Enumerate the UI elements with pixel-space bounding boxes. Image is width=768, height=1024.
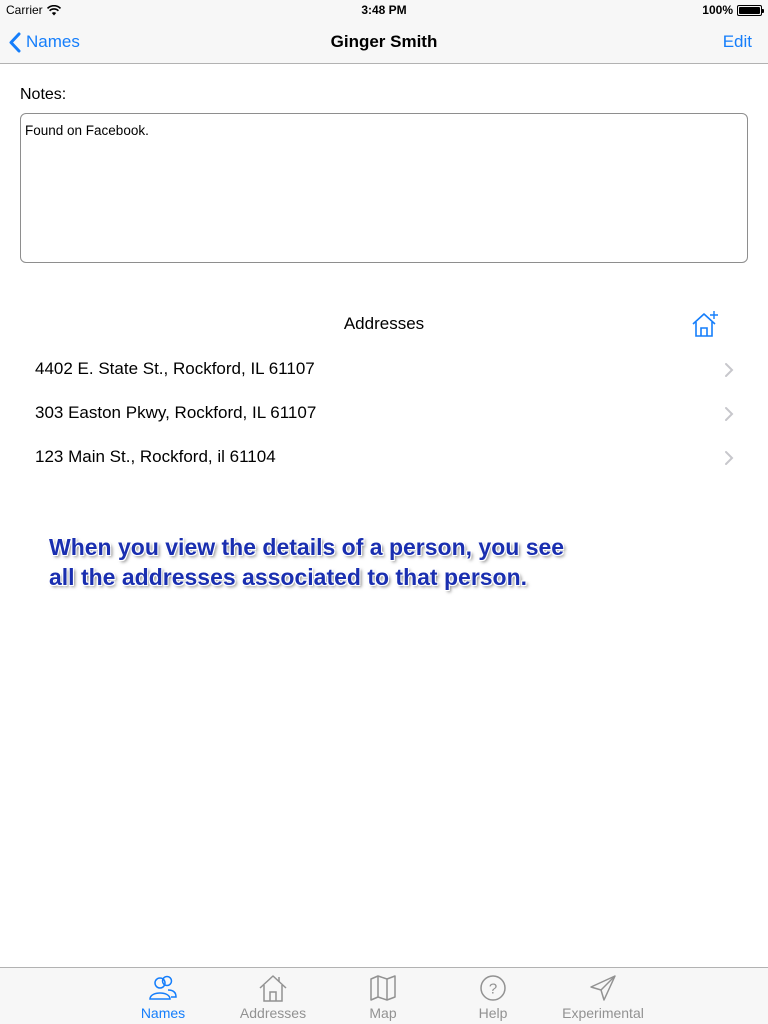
add-house-icon[interactable]	[690, 309, 720, 339]
tab-label: Map	[369, 1005, 397, 1021]
battery-percent: 100%	[702, 3, 733, 17]
tab-label: Addresses	[239, 1005, 307, 1021]
tab-help[interactable]: ? Help	[448, 968, 538, 1024]
edit-button[interactable]: Edit	[723, 32, 752, 52]
help-icon: ?	[480, 975, 506, 1001]
annotation-line-2: all the addresses associated to that per…	[49, 564, 528, 590]
navigation-bar: Names Ginger Smith Edit	[0, 20, 768, 64]
house-icon	[259, 975, 287, 1002]
people-icon	[149, 975, 177, 1000]
addresses-header: Addresses	[343, 314, 425, 333]
tab-label: Experimental	[562, 1005, 644, 1021]
battery-icon	[737, 4, 764, 16]
notes-label: Notes:	[20, 86, 67, 103]
page-title: Ginger Smith	[330, 32, 438, 51]
tab-bar: Names Addresses Map ? Help Experimental	[0, 967, 768, 1024]
annotation-caption: When you view the details of a person, y…	[49, 532, 564, 592]
paper-plane-icon	[590, 975, 616, 1001]
tab-experimental[interactable]: Experimental	[558, 968, 648, 1024]
status-bar: Carrier 3:48 PM 100%	[0, 0, 768, 20]
tab-map[interactable]: Map	[338, 968, 428, 1024]
chevron-right-icon	[725, 451, 734, 465]
back-button[interactable]: Names	[8, 20, 80, 64]
annotation-line-1: When you view the details of a person, y…	[49, 534, 565, 560]
back-button-label: Names	[26, 32, 80, 51]
chevron-right-icon	[725, 407, 734, 421]
chevron-right-icon	[725, 363, 734, 377]
status-time: 3:48 PM	[361, 3, 407, 17]
chevron-left-icon	[9, 32, 21, 52]
status-right: 100%	[702, 3, 764, 17]
tab-label: Help	[478, 1005, 508, 1021]
address-text: 303 Easton Pkwy, Rockford, IL 61107	[35, 403, 317, 422]
svg-text:?: ?	[489, 981, 497, 998]
address-row[interactable]: 303 Easton Pkwy, Rockford, IL 61107	[0, 391, 768, 435]
map-icon	[370, 975, 396, 1001]
address-list: 4402 E. State St., Rockford, IL 61107 30…	[0, 347, 768, 479]
notes-field[interactable]: Found on Facebook.	[20, 113, 748, 263]
address-text: 123 Main St., Rockford, il 61104	[35, 447, 276, 466]
address-text: 4402 E. State St., Rockford, IL 61107	[35, 359, 315, 378]
tab-names[interactable]: Names	[118, 968, 208, 1024]
address-row[interactable]: 123 Main St., Rockford, il 61104	[0, 435, 768, 479]
address-row[interactable]: 4402 E. State St., Rockford, IL 61107	[0, 347, 768, 391]
tab-addresses[interactable]: Addresses	[228, 968, 318, 1024]
tab-label: Names	[140, 1005, 186, 1021]
